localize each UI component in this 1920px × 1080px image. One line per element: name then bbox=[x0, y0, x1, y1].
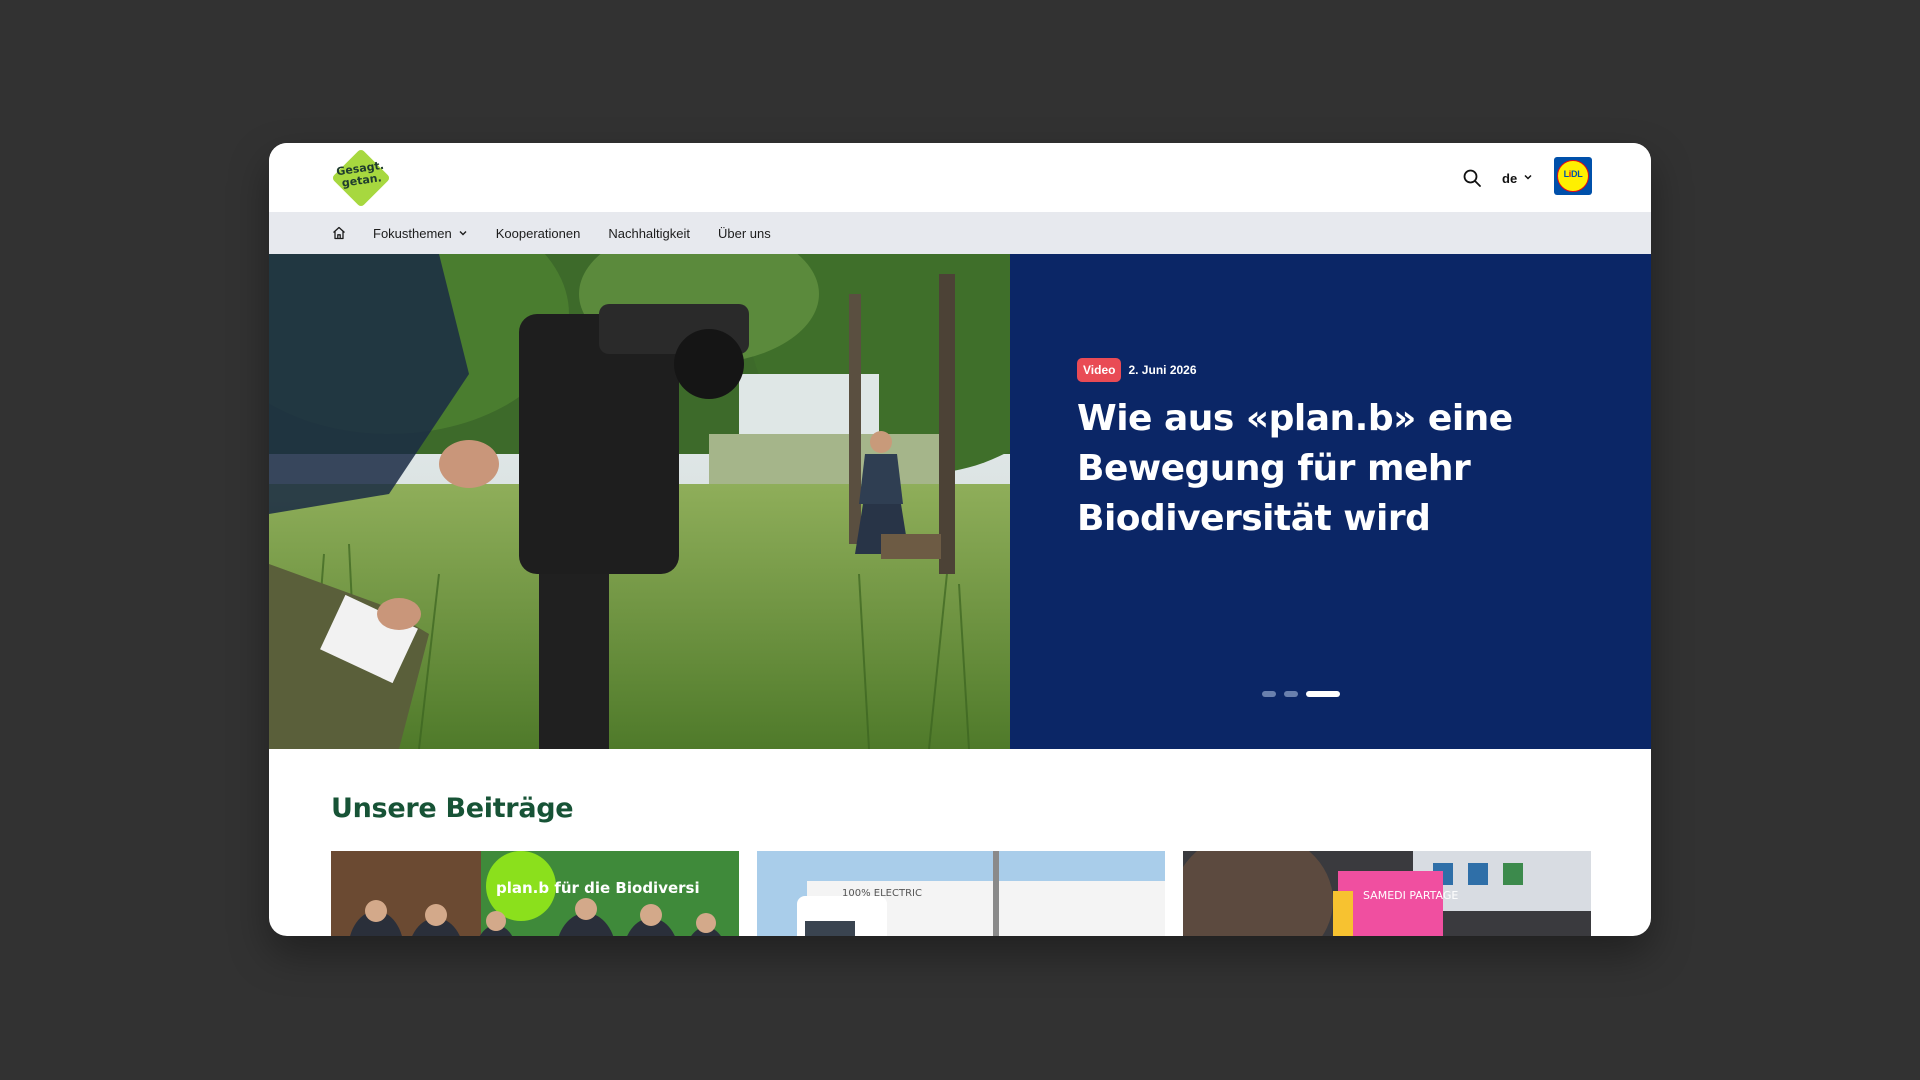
browser-window: Gesagt. getan. de LiDL Fokusthemen Koope… bbox=[269, 143, 1651, 936]
article-card-1[interactable]: plan.b für die Biodiversi bbox=[331, 851, 739, 936]
nav-item-nachhaltigkeit[interactable]: Nachhaltigkeit bbox=[608, 226, 690, 241]
chevron-down-icon bbox=[458, 226, 468, 241]
carousel-dot-3[interactable] bbox=[1306, 691, 1340, 697]
hero-panel[interactable]: Video 2. Juni 2026 Wie aus «plan.b» eine… bbox=[1010, 254, 1651, 749]
hero-carousel: Video 2. Juni 2026 Wie aus «plan.b» eine… bbox=[269, 254, 1651, 749]
hero-title[interactable]: Wie aus «plan.b» eine Bewegung für mehr … bbox=[1077, 394, 1597, 544]
section-title: Unsere Beiträge bbox=[331, 793, 574, 824]
nav-item-ueber-uns[interactable]: Über uns bbox=[718, 226, 771, 241]
carousel-dot-2[interactable] bbox=[1284, 691, 1298, 697]
card-2-image-text: 100% ELECTRIC bbox=[842, 888, 922, 899]
site-header: Gesagt. getan. de LiDL bbox=[269, 143, 1651, 212]
search-icon[interactable] bbox=[1461, 167, 1483, 189]
logo-text: Gesagt. getan. bbox=[335, 158, 385, 190]
chevron-down-icon bbox=[1523, 169, 1533, 187]
lidl-logo[interactable]: LiDL bbox=[1554, 157, 1592, 195]
nav-item-kooperationen[interactable]: Kooperationen bbox=[496, 226, 581, 241]
language-select[interactable]: de bbox=[1502, 167, 1533, 189]
site-logo[interactable]: Gesagt. getan. bbox=[331, 148, 391, 208]
language-label: de bbox=[1502, 170, 1518, 186]
carousel-dots bbox=[1262, 691, 1340, 697]
hero-date: 2. Juni 2026 bbox=[1128, 363, 1197, 377]
carousel-dot-1[interactable] bbox=[1262, 691, 1276, 697]
hero-image[interactable] bbox=[269, 254, 1010, 749]
articles-section: Unsere Beiträge plan.b für die Biodivers… bbox=[269, 749, 1651, 936]
article-card-3[interactable]: SAMEDI PARTAGE bbox=[1183, 851, 1591, 936]
nav-item-label: Fokusthemen bbox=[373, 225, 452, 241]
home-icon[interactable] bbox=[331, 225, 347, 241]
video-badge: Video bbox=[1077, 358, 1122, 382]
nav-item-fokusthemen[interactable]: Fokusthemen bbox=[373, 226, 468, 241]
card-1-image-text: plan.b für die Biodiversi bbox=[496, 879, 700, 897]
lidl-logo-text: LiDL bbox=[1563, 169, 1583, 179]
main-nav: Fokusthemen Kooperationen Nachhaltigkeit… bbox=[269, 212, 1651, 254]
article-card-2[interactable]: 100% ELECTRIC bbox=[757, 851, 1165, 936]
article-cards: plan.b für die Biodiversi 100% ELECTRIC … bbox=[331, 851, 1591, 936]
hero-meta: Video 2. Juni 2026 bbox=[1077, 358, 1197, 382]
card-3-image-text: SAMEDI PARTAGE bbox=[1363, 889, 1458, 902]
